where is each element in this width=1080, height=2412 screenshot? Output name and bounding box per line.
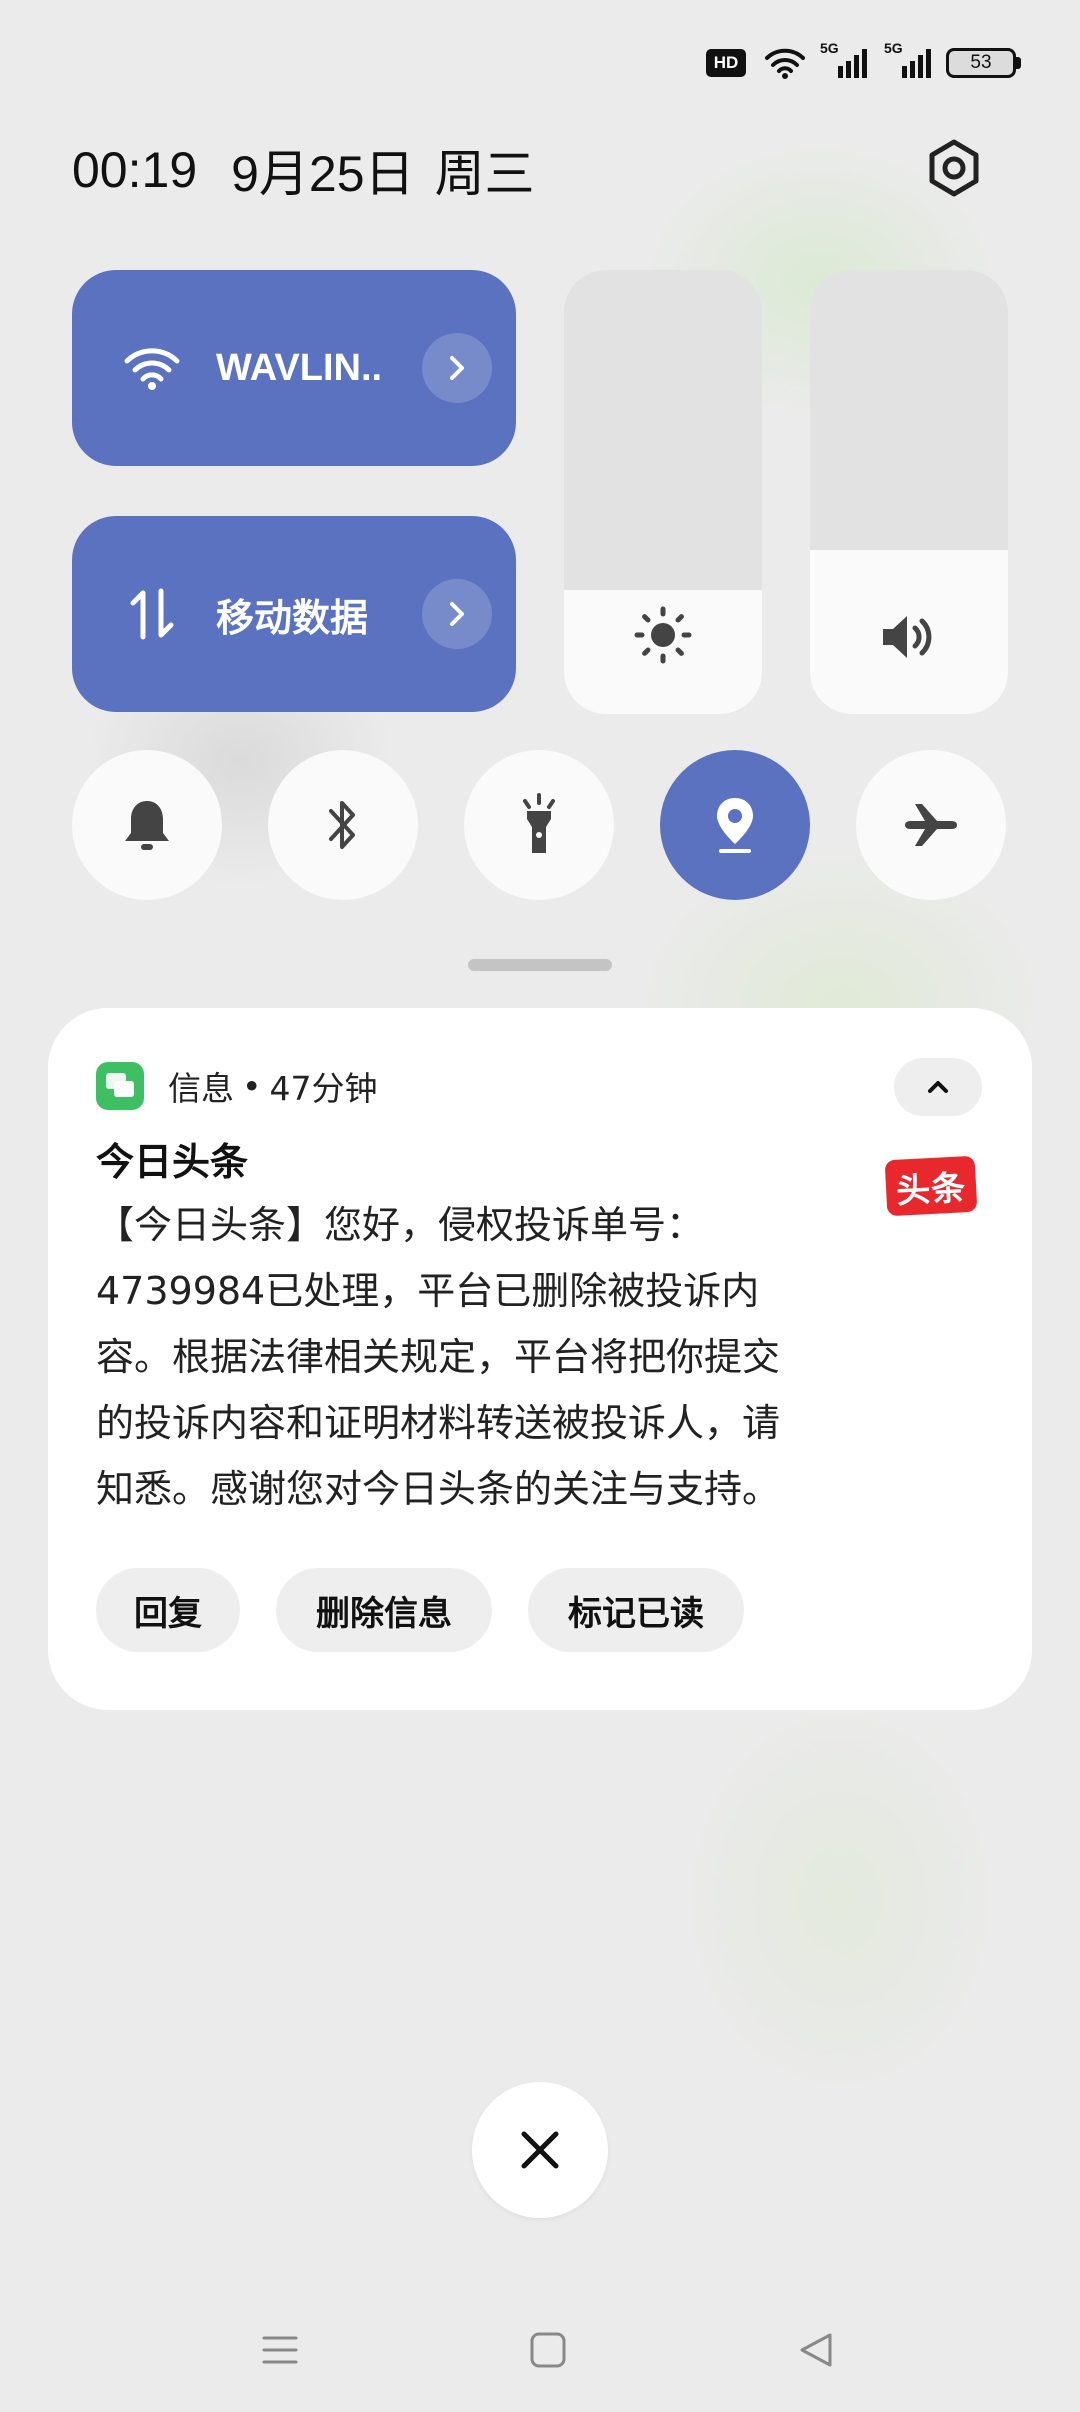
app-name: 信息 <box>168 1069 234 1108</box>
brightness-slider[interactable] <box>564 270 762 714</box>
mobile-data-label: 移动数据 <box>216 597 369 640</box>
speaker-icon <box>810 610 1008 664</box>
mobile-data-detail-button[interactable] <box>422 579 492 649</box>
bell-icon <box>125 801 169 850</box>
hd-voice-badge: HD <box>706 49 746 77</box>
wifi-tile[interactable]: WAVLIN.. <box>72 270 516 466</box>
volume-slider[interactable] <box>810 270 1008 714</box>
body-line: 4739984已处理，平台已删除被投诉内 <box>96 1269 760 1313</box>
battery-tip <box>1016 57 1021 69</box>
notification-header: 信息 • 47分钟 <box>168 1062 377 1110</box>
notification-age: 47分钟 <box>269 1069 378 1108</box>
recents-button[interactable] <box>250 2320 310 2380</box>
date-text: 9月25日 <box>231 146 415 202</box>
menu-icon <box>262 2336 298 2364</box>
notification-card[interactable]: 信息 • 47分钟 今日头条 【今日头条】您好，侵权投诉单号： 4739984已… <box>48 1008 1032 1710</box>
notification-body: 【今日头条】您好，侵权投诉单号： 4739984已处理，平台已删除被投诉内 容。… <box>96 1192 856 1522</box>
chevron-right-icon <box>450 356 464 380</box>
wifi-status-icon <box>760 46 810 80</box>
sun-icon <box>564 606 762 664</box>
mark-read-button[interactable]: 标记已读 <box>528 1568 744 1652</box>
panel-drag-handle[interactable] <box>468 959 612 971</box>
home-square-icon <box>530 2332 566 2368</box>
navigation-bar <box>0 2300 1080 2400</box>
flashlight-icon <box>523 793 555 853</box>
mobile-data-tile[interactable]: 移动数据 <box>72 516 516 712</box>
clock-time: 00:19 <box>72 142 198 198</box>
notification-title: 今日头条 <box>96 1140 249 1184</box>
airplane-mode-toggle[interactable] <box>856 750 1006 900</box>
airplane-icon <box>905 804 957 846</box>
reply-button[interactable]: 回复 <box>96 1568 240 1652</box>
close-icon <box>521 2131 559 2169</box>
bluetooth-icon <box>329 801 355 849</box>
signal-5g-icon-2: 5G <box>884 40 936 80</box>
ring-mode-toggle[interactable] <box>72 750 222 900</box>
weekday-text: 周三 <box>434 146 535 202</box>
location-toggle[interactable] <box>660 750 810 900</box>
header-separator: • <box>242 1066 262 1106</box>
back-button[interactable] <box>786 2320 846 2380</box>
delete-message-button[interactable]: 删除信息 <box>276 1568 492 1652</box>
flashlight-toggle[interactable] <box>464 750 614 900</box>
settings-button[interactable] <box>920 134 988 202</box>
toutiao-thumbnail: 头条 <box>884 1155 978 1217</box>
collapse-button[interactable] <box>894 1058 982 1116</box>
battery-icon: 53 <box>946 48 1016 78</box>
body-line: 【今日头条】您好，侵权投诉单号： <box>96 1203 705 1247</box>
body-line: 知悉。感谢您对今日头条的关注与支持。 <box>96 1467 781 1511</box>
back-triangle-icon <box>800 2333 832 2367</box>
location-pin-icon <box>717 798 753 853</box>
data-arrows-icon <box>116 578 188 650</box>
wifi-tile-label: WAVLIN.. <box>216 346 383 389</box>
bluetooth-toggle[interactable] <box>268 750 418 900</box>
messages-app-icon <box>96 1062 144 1110</box>
signal-5g-icon: 5G <box>820 40 872 80</box>
body-line: 容。根据法律相关规定，平台将把你提交 <box>96 1335 781 1379</box>
wifi-icon <box>116 332 188 404</box>
chevron-up-icon <box>928 1081 948 1093</box>
wifi-detail-button[interactable] <box>422 333 492 403</box>
datetime-row: 00:19 9月25日 周三 <box>72 130 535 210</box>
gear-icon <box>929 139 979 197</box>
status-bar: HD 5G 5G 53 <box>0 0 1080 130</box>
body-line: 的投诉内容和证明材料转送被投诉人，请 <box>96 1401 781 1445</box>
chevron-right-icon <box>450 602 464 626</box>
clear-notifications-button[interactable] <box>472 2082 608 2218</box>
battery-level: 53 <box>970 52 992 73</box>
home-button[interactable] <box>518 2320 578 2380</box>
